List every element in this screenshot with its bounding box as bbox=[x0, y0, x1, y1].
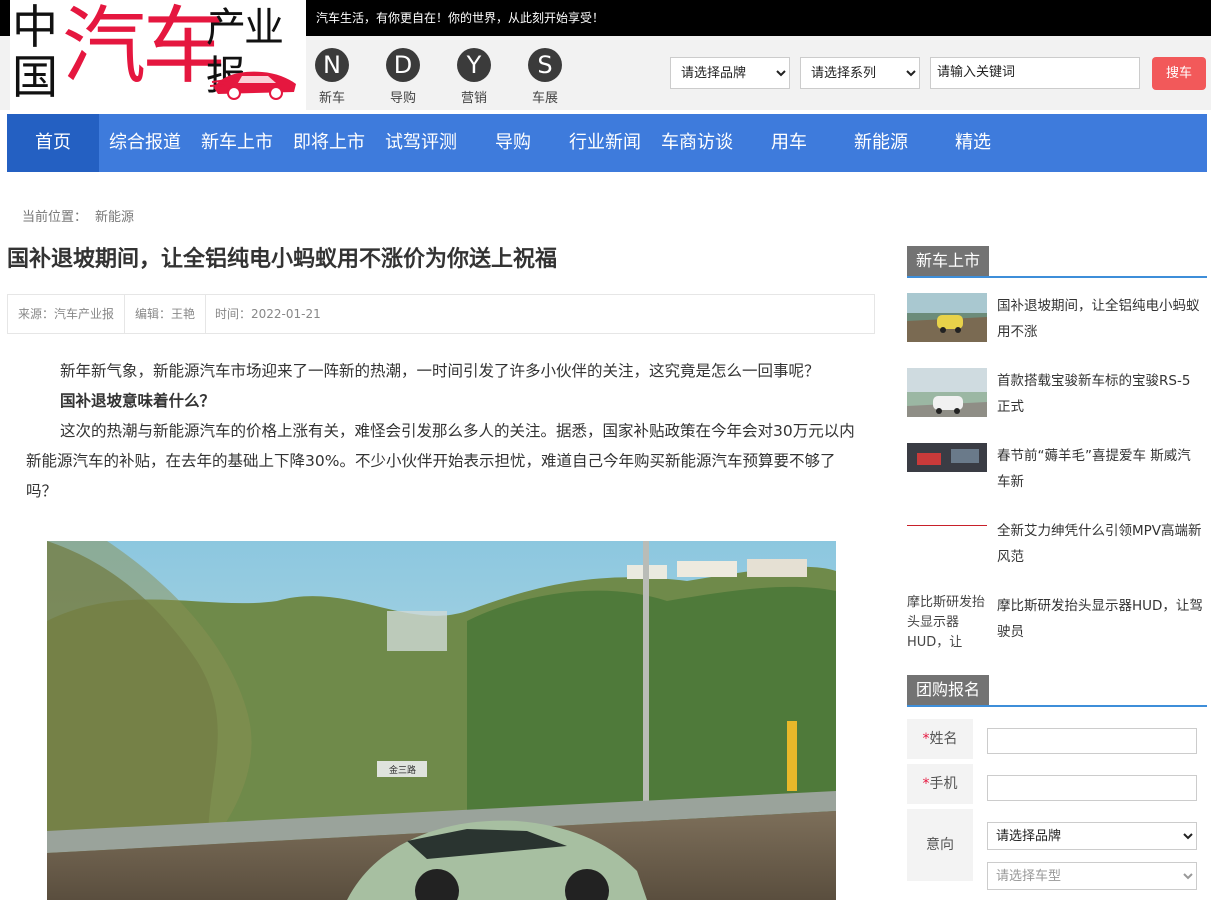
news-thumbnail[interactable] bbox=[907, 293, 987, 342]
search-car-button[interactable]: 搜车 bbox=[1152, 57, 1206, 90]
main-nav: 首页 综合报道 新车上市 即将上市 试驾评测 导购 行业新闻 车商访谈 用车 新… bbox=[7, 114, 1207, 172]
sidebar-header-new-cars: 新车上市 bbox=[907, 246, 1207, 278]
site-slogan: 汽车生活，有你更自在！你的世界，从此刻开始享受！ bbox=[316, 11, 605, 25]
breadcrumb-label: 当前位置： bbox=[22, 210, 88, 225]
nav-item-new-energy[interactable]: 新能源 bbox=[835, 114, 927, 172]
form-title: 团购报名 bbox=[907, 675, 990, 705]
news-title[interactable]: 春节前“薅羊毛”喜提爱车 斯威汽车新 bbox=[997, 443, 1203, 495]
sidebar-title: 新车上市 bbox=[907, 246, 990, 276]
article-subheading: 国补退坡意味着什么？ bbox=[60, 392, 216, 410]
logo-zhong: 中国 bbox=[12, 0, 58, 104]
news-item[interactable]: 国补退坡期间，让全铝纯电小蚂蚁用不涨 bbox=[907, 293, 1207, 355]
nav-item-test-drive[interactable]: 试驾评测 bbox=[375, 114, 467, 172]
article-time: 时间：2022-01-21 bbox=[215, 307, 321, 321]
article-meta: 来源：汽车产业报 编辑：王艳 时间：2022-01-21 bbox=[7, 294, 875, 334]
y-icon: Y bbox=[457, 48, 491, 82]
news-title[interactable]: 摩比斯研发抬头显示器HUD，让驾驶员 bbox=[997, 593, 1203, 645]
sidebar: 新车上市 国补退坡期间，让全铝纯电小蚂蚁用不涨 首款搭载宝骏新车标的宝骏RS-5… bbox=[907, 246, 1207, 650]
quicknav-new-car[interactable]: N 新车 bbox=[307, 48, 357, 106]
brand-select[interactable]: 请选择品牌 bbox=[670, 57, 790, 89]
article-paragraph: 这次的热潮与新能源汽车的价格上涨有关，难怪会引发那么多人的关注。据悉，国家补贴政… bbox=[26, 422, 855, 500]
s-icon: S bbox=[528, 48, 562, 82]
quicknav-label: 导购 bbox=[389, 91, 416, 106]
news-item[interactable]: 春节前“薅羊毛”喜提爱车 斯威汽车新 bbox=[907, 443, 1207, 505]
phone-label: *手机 bbox=[907, 764, 973, 804]
nav-item-car-use[interactable]: 用车 bbox=[743, 114, 835, 172]
sidebar-header-group-purchase: 团购报名 bbox=[907, 675, 1207, 707]
news-title[interactable]: 首款搭载宝骏新车标的宝骏RS-5正式 bbox=[997, 368, 1203, 420]
group-purchase-form: 团购报名 *姓名 *手机 意向 请选择品牌 请选择车型 bbox=[907, 675, 1207, 890]
name-input[interactable] bbox=[987, 728, 1197, 754]
news-thumbnail[interactable] bbox=[907, 368, 987, 417]
breadcrumb: 当前位置： 新能源 bbox=[22, 206, 142, 225]
quicknav-label: 营销 bbox=[460, 91, 487, 106]
svg-text:金三路: 金三路 bbox=[389, 764, 416, 776]
article-body: 新年新气象，新能源汽车市场迎来了一阵新的热潮，一时间引发了许多小伙伴的关注，这究… bbox=[26, 356, 856, 506]
quicknav-label: 车展 bbox=[531, 91, 558, 106]
site-logo[interactable]: 中国 汽车 产业报 bbox=[10, 0, 306, 110]
article-title: 国补退坡期间，让全铝纯电小蚂蚁用不涨价为你送上祝福 bbox=[7, 247, 558, 272]
nav-item-buying-guide[interactable]: 导购 bbox=[467, 114, 559, 172]
nav-item-industry-news[interactable]: 行业新闻 bbox=[559, 114, 651, 172]
quicknav-label: 新车 bbox=[318, 91, 345, 106]
article-editor: 编辑：王艳 bbox=[125, 295, 207, 333]
article-source: 来源：汽车产业报 bbox=[8, 295, 126, 333]
quicknav-marketing[interactable]: Y 营销 bbox=[449, 48, 499, 106]
news-thumbnail[interactable] bbox=[907, 518, 987, 526]
breadcrumb-current[interactable]: 新能源 bbox=[95, 210, 134, 225]
news-item[interactable]: 首款搭载宝骏新车标的宝骏RS-5正式 bbox=[907, 368, 1207, 430]
news-thumbnail[interactable] bbox=[907, 443, 987, 472]
article-paragraph: 新年新气象，新能源汽车市场迎来了一阵新的热潮，一时间引发了许多小伙伴的关注，这究… bbox=[60, 362, 820, 380]
name-label: *姓名 bbox=[907, 719, 973, 759]
nav-item-home[interactable]: 首页 bbox=[7, 114, 99, 172]
news-thumbnail-broken[interactable]: 摩比斯研发抬头显示器HUD，让 bbox=[907, 593, 987, 651]
article-image: 金三路 bbox=[47, 541, 836, 900]
logo-car-icon bbox=[210, 71, 296, 100]
news-item[interactable]: 全新艾力绅凭什么引领MPV高端新风范 bbox=[907, 518, 1207, 580]
phone-input[interactable] bbox=[987, 775, 1197, 801]
keyword-input[interactable]: 请输入关键词 bbox=[930, 57, 1140, 89]
nav-item-coming-soon[interactable]: 即将上市 bbox=[283, 114, 375, 172]
quicknav-auto-show[interactable]: S 车展 bbox=[520, 48, 570, 106]
d-icon: D bbox=[386, 48, 420, 82]
intent-brand-select[interactable]: 请选择品牌 bbox=[987, 822, 1197, 850]
logo-qiche: 汽车 bbox=[62, 0, 226, 95]
nav-item-new-launch[interactable]: 新车上市 bbox=[191, 114, 283, 172]
nav-item-dealer-interview[interactable]: 车商访谈 bbox=[651, 114, 743, 172]
quicknav-guide[interactable]: D 导购 bbox=[378, 48, 428, 106]
news-title[interactable]: 全新艾力绅凭什么引领MPV高端新风范 bbox=[997, 518, 1203, 570]
intent-model-select[interactable]: 请选择车型 bbox=[987, 862, 1197, 890]
intent-label: 意向 bbox=[907, 809, 973, 881]
nav-item-featured[interactable]: 精选 bbox=[927, 114, 1019, 172]
car-on-mountain-road-image: 金三路 bbox=[47, 541, 836, 900]
n-icon: N bbox=[315, 48, 349, 82]
series-select[interactable]: 请选择系列 bbox=[800, 57, 920, 89]
nav-item-general-news[interactable]: 综合报道 bbox=[99, 114, 191, 172]
news-item[interactable]: 摩比斯研发抬头显示器HUD，让 摩比斯研发抬头显示器HUD，让驾驶员 bbox=[907, 593, 1207, 655]
news-title[interactable]: 国补退坡期间，让全铝纯电小蚂蚁用不涨 bbox=[997, 293, 1203, 345]
